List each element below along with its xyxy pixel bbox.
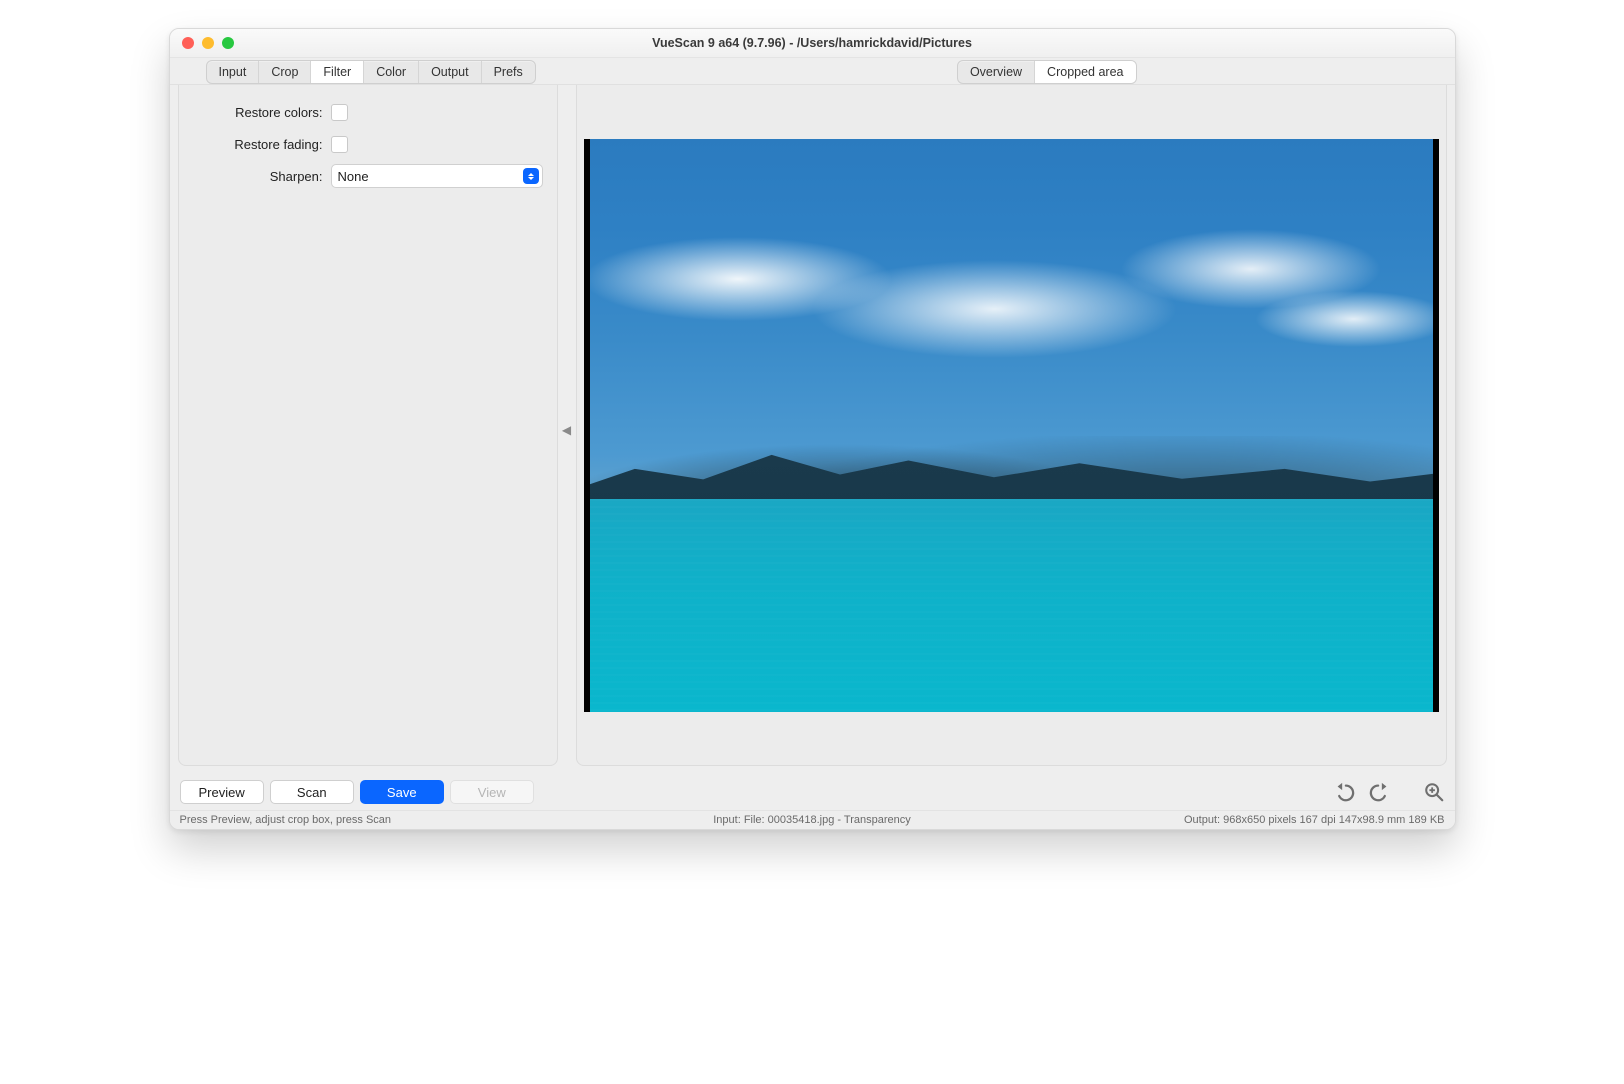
status-bar: Press Preview, adjust crop box, press Sc… (170, 810, 1455, 829)
restore-fading-checkbox[interactable] (331, 136, 348, 153)
zoom-in-icon (1423, 781, 1445, 803)
tab-overview[interactable]: Overview (958, 61, 1035, 83)
bottom-tools (1333, 781, 1445, 803)
main-area: Restore colors: Restore fading: Sharpen:… (170, 85, 1455, 774)
window-title: VueScan 9 a64 (9.7.96) - /Users/hamrickd… (170, 36, 1455, 50)
view-button: View (450, 780, 534, 804)
zoom-in-button[interactable] (1423, 781, 1445, 803)
sharpen-row: Sharpen: None (193, 161, 543, 191)
restore-fading-label: Restore fading: (193, 137, 323, 152)
undo-button[interactable] (1333, 781, 1355, 803)
titlebar: VueScan 9 a64 (9.7.96) - /Users/hamrickd… (170, 29, 1455, 58)
close-icon[interactable] (182, 37, 194, 49)
tab-output[interactable]: Output (419, 61, 482, 83)
sharpen-value: None (338, 169, 369, 184)
sharpen-label: Sharpen: (193, 169, 323, 184)
status-center: Input: File: 00035418.jpg - Transparency (713, 814, 911, 826)
restore-colors-checkbox[interactable] (331, 104, 348, 121)
status-left: Press Preview, adjust crop box, press Sc… (180, 814, 392, 826)
undo-icon (1333, 781, 1355, 803)
status-right: Output: 968x650 pixels 167 dpi 147x98.9 … (1184, 814, 1445, 826)
left-tabs: Input Crop Filter Color Output Prefs (206, 60, 536, 84)
minimize-icon[interactable] (202, 37, 214, 49)
restore-colors-row: Restore colors: (193, 97, 543, 127)
tab-bar: Input Crop Filter Color Output Prefs Ove… (170, 58, 1455, 85)
preview-button[interactable]: Preview (180, 780, 264, 804)
chevron-up-down-icon (523, 168, 539, 184)
tab-prefs[interactable]: Prefs (482, 61, 535, 83)
tab-input[interactable]: Input (207, 61, 260, 83)
tab-filter[interactable]: Filter (311, 61, 364, 83)
save-button[interactable]: Save (360, 780, 444, 804)
window-controls (170, 37, 234, 49)
app-window: VueScan 9 a64 (9.7.96) - /Users/hamrickd… (169, 28, 1456, 830)
scanned-image[interactable] (584, 139, 1439, 712)
preview-pane (576, 85, 1447, 766)
restore-fading-row: Restore fading: (193, 129, 543, 159)
right-tabs: Overview Cropped area (957, 60, 1137, 84)
redo-button[interactable] (1369, 781, 1391, 803)
scan-button[interactable]: Scan (270, 780, 354, 804)
zoom-icon[interactable] (222, 37, 234, 49)
tab-cropped-area[interactable]: Cropped area (1035, 61, 1135, 83)
restore-colors-label: Restore colors: (193, 105, 323, 120)
tab-crop[interactable]: Crop (259, 61, 311, 83)
filter-panel: Restore colors: Restore fading: Sharpen:… (178, 85, 558, 766)
sharpen-select[interactable]: None (331, 164, 543, 188)
tab-color[interactable]: Color (364, 61, 419, 83)
action-bar: Preview Scan Save View (170, 774, 1455, 810)
collapse-sidebar-button[interactable]: ◀ (558, 85, 576, 774)
chevron-left-icon: ◀ (562, 423, 571, 437)
redo-icon (1369, 781, 1391, 803)
